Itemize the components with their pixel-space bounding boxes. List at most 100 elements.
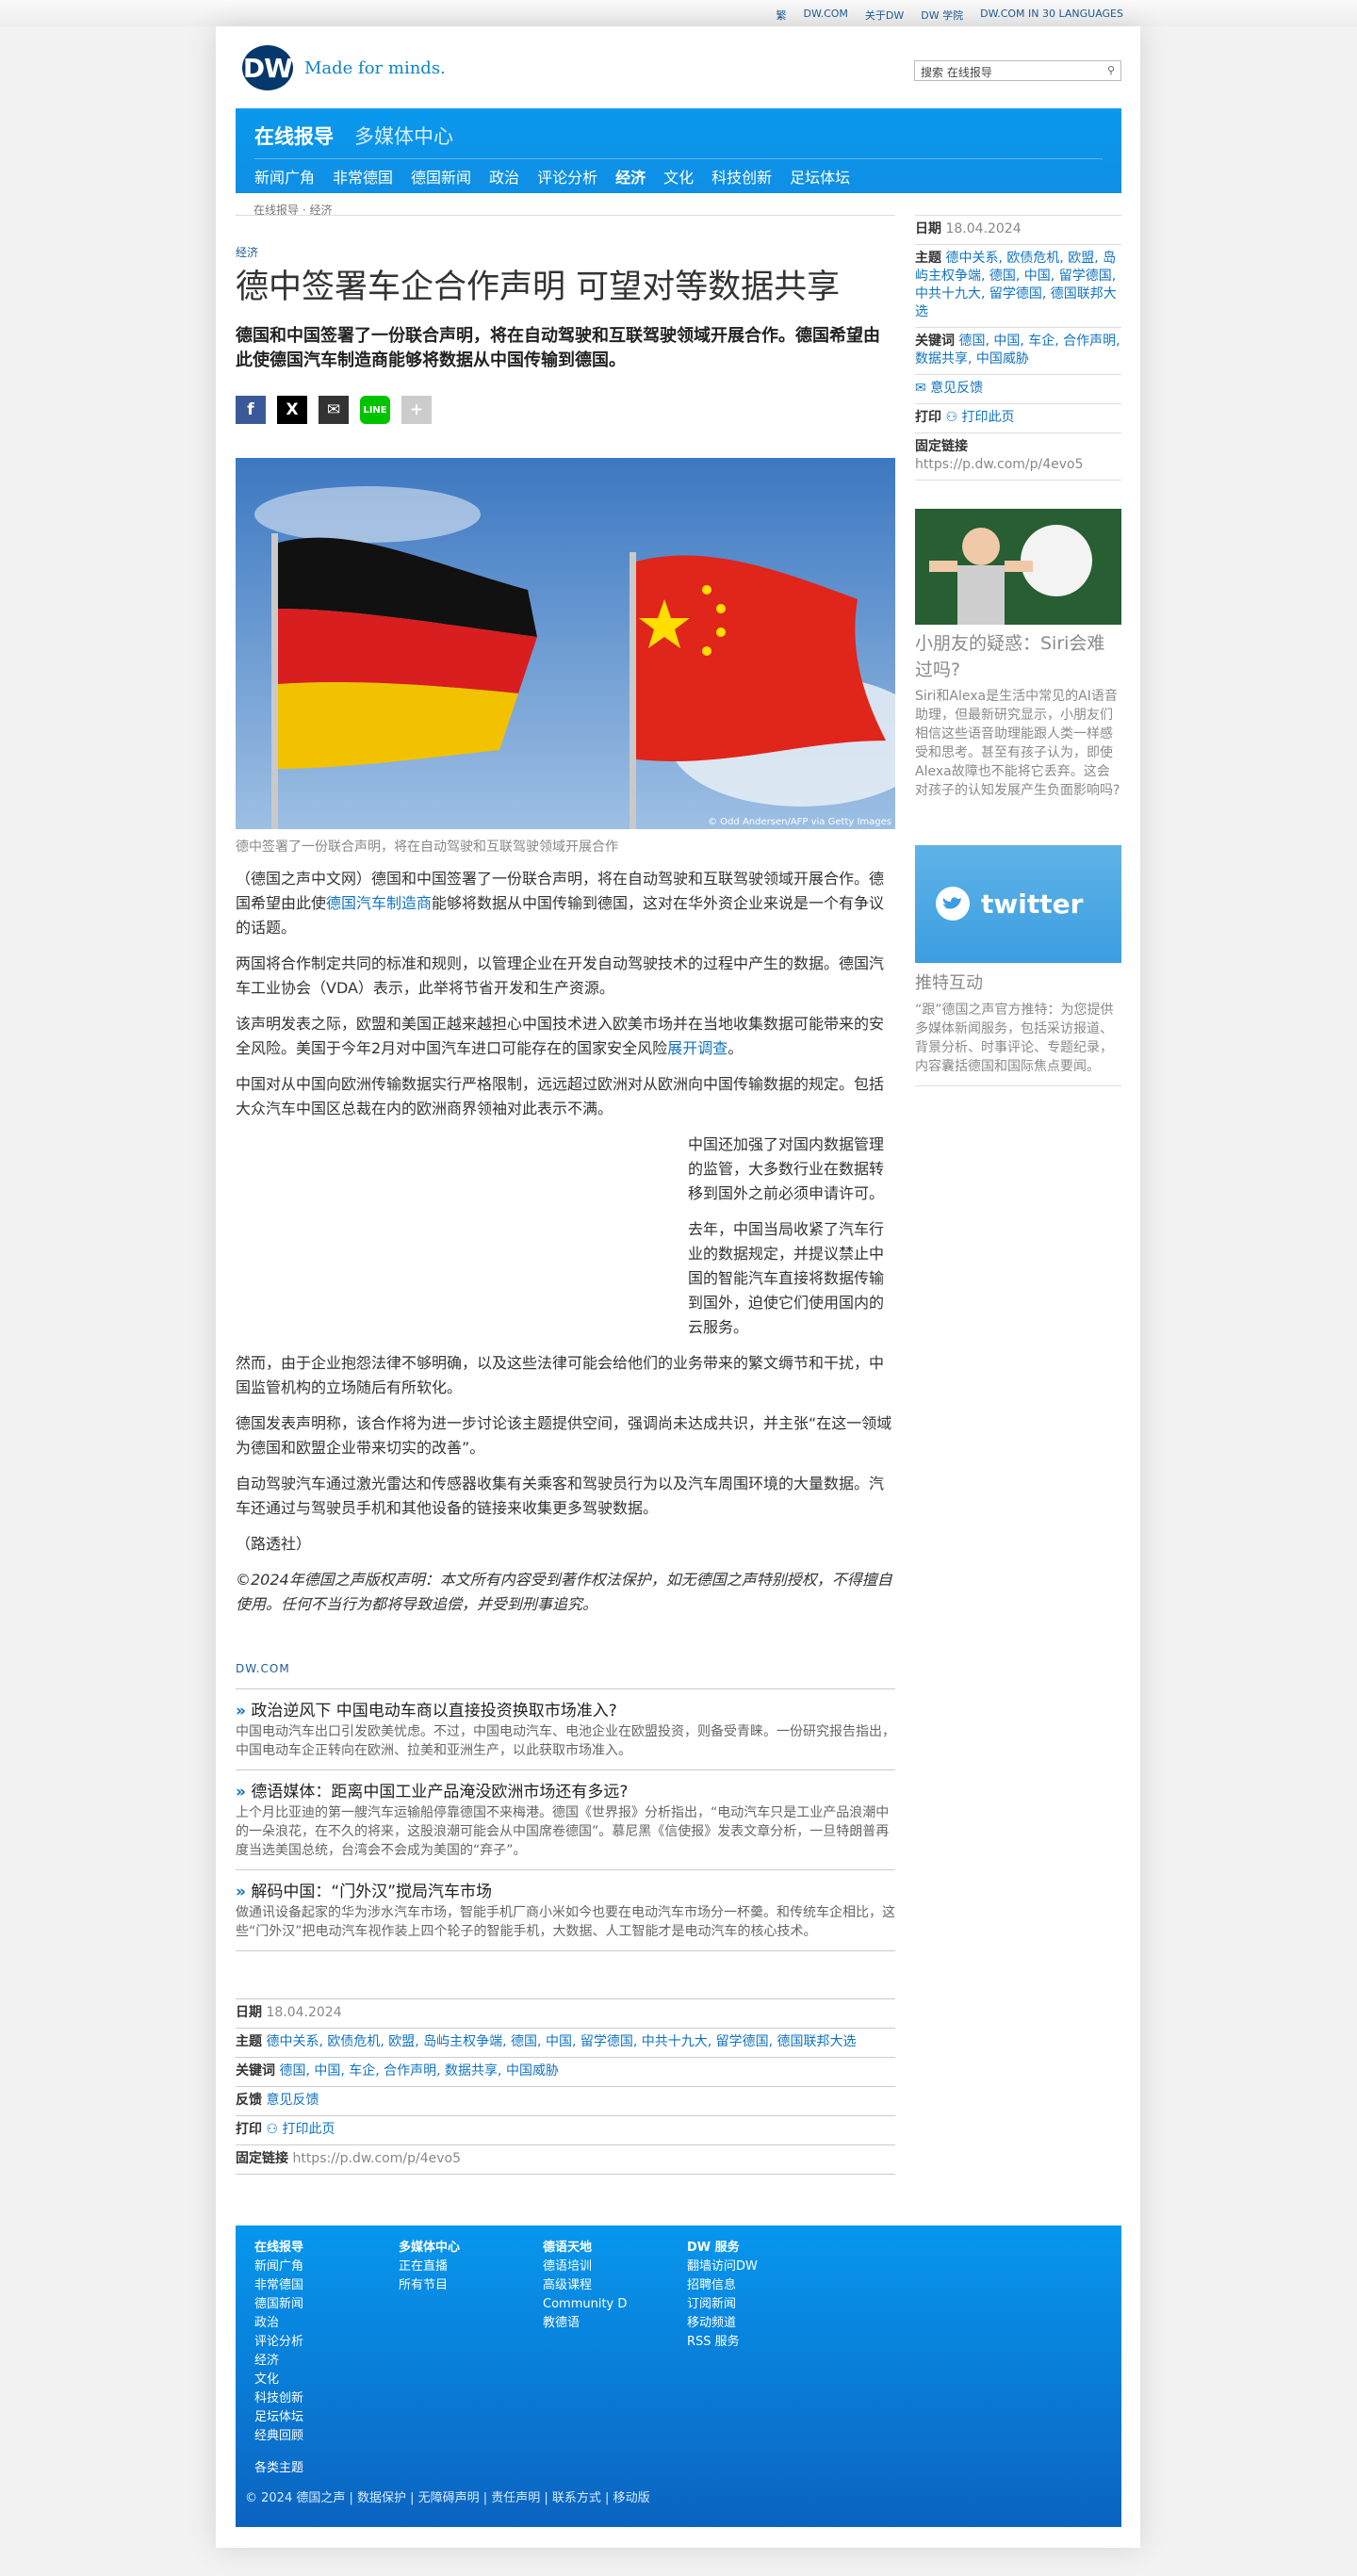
search-input[interactable]: 搜索 在线报导 ⚲ [914,60,1121,81]
print-link[interactable]: 打印此页 [282,2122,335,2137]
paragraph: （德国之声中文网）德国和中国签署了一份联合声明，将在自动驾驶和互联驾驶领域开展合… [236,870,885,937]
meta-topics[interactable]: 德中关系, 欧债危机, 欧盟, 岛屿主权争端, 德国, 中国, 留学德国, 中共… [266,2034,856,2049]
x-icon[interactable]: X [277,396,307,424]
article-kicker[interactable]: 经济 [236,244,895,260]
more-share-icon[interactable]: + [401,396,432,424]
tagline: Made for minds. [304,57,446,78]
email-icon[interactable]: ✉ [319,396,349,424]
twitter-title[interactable]: 推特互动 [915,970,1121,997]
paragraph: 中国还加强了对国内数据管理的监管，大多数行业在数据转移到国外之前必须申请许可。 [688,1135,885,1202]
footer-bottom[interactable]: © 2024 德国之声 | 数据保护 | 无障碍声明 | 责任声明 | 联系方式… [245,2487,650,2505]
feedback-icon: ✉ [915,381,926,396]
toplink-languages[interactable]: DW.COM IN 30 LANGUAGES [980,8,1123,23]
sidebar: 日期 18.04.2024 主题 德中关系, 欧债危机, 欧盟, 岛屿主权争端,… [915,215,1121,1086]
nav-online-reports[interactable]: 在线报导 [254,122,334,150]
footer-link[interactable]: 经济 [254,2352,303,2371]
footer-link[interactable]: 政治 [254,2314,303,2333]
footer-link[interactable]: 正在直播 [399,2258,460,2276]
meta-keywords[interactable]: 德国, 中国, 车企, 合作声明, 数据共享, 中国威胁 [279,2063,559,2079]
twitter-banner[interactable]: twitter [915,845,1121,963]
related-item[interactable]: » 解码中国：“门外汉”搅局汽车市场 做通讯设备起家的华为涉水汽车市场，智能手机… [236,1870,895,1951]
footer-link[interactable]: Community D [543,2295,627,2314]
toplink-academy[interactable]: DW 学院 [921,8,963,23]
paragraph: 德国发表声明称，该合作将为进一步讨论该主题提供空间，强调尚未达成共识，并主张“在… [236,1414,892,1457]
twitter-label: twitter [981,889,1084,920]
sidebar-topics[interactable]: 德中关系, 欧债危机, 欧盟, 岛屿主权争端, 德国, 中国, 留学德国, 中共… [915,251,1117,319]
footer-link[interactable]: 移动频道 [687,2314,758,2333]
footer-link[interactable]: RSS 服务 [687,2333,758,2352]
paragraph: 去年，中国当局收紧了汽车行业的数据规定，并提议禁止中国的智能汽车直接将数据传输到… [688,1220,885,1336]
footer: 在线报导 新闻广角 非常德国 德国新闻 政治 评论分析 经济 文化 科技创新 足… [236,2225,1121,2527]
paragraph: 然而，由于企业抱怨法律不够明确，以及这些法律可能会给他们的业务带来的繁文缛节和干… [236,1354,885,1396]
nav-sub-item[interactable]: 评论分析 [537,165,597,187]
nav-sub-item[interactable]: 新闻广角 [254,165,315,187]
nav-multimedia[interactable]: 多媒体中心 [354,122,453,150]
sidebar-permalink[interactable]: https://p.dw.com/p/4evo5 [915,457,1084,472]
teaser-text: Siri和Alexa是生活中常见的AI语音助理，但最新研究显示，小朋友们相信这些… [915,689,1120,798]
nav-sub-item[interactable]: 德国新闻 [411,165,471,187]
related-item[interactable]: » 德语媒体：距离中国工业产品淹没欧洲市场还有多远? 上个月比亚迪的第一艘汽车运… [236,1770,895,1870]
line-icon[interactable]: LINE [360,396,390,424]
dw-logo-icon: DW [242,45,293,90]
footer-link[interactable]: 文化 [254,2371,303,2389]
facebook-icon[interactable]: f [236,396,266,424]
nav-sub-item[interactable]: 非常德国 [333,165,393,187]
photo-credit: © Odd Andersen/AFP via Getty Images [708,817,891,827]
nav-sub-item[interactable]: 科技创新 [711,165,772,187]
share-bar: f X ✉ LINE + [236,396,895,424]
footer-link[interactable]: 翻墙访问DW [687,2258,758,2276]
footer-link[interactable]: 非常德国 [254,2276,303,2295]
article-title: 德中签署车企合作声明 可望对等数据共享 [236,269,841,306]
search-icon[interactable]: ⚲ [1107,64,1115,76]
photo-caption: 德中签署了一份联合声明，将在自动驾驶和互联驾驶领域开展合作 [236,840,618,855]
main-nav: 在线报导 多媒体中心 新闻广角 非常德国 德国新闻 政治 评论分析 经济 文化 … [236,108,1121,193]
twitter-text: “跟”德国之声官方推特：为您提供多媒体新闻服务，包括采访报道、背景分析、时事评论… [915,1001,1121,1086]
related-list: » 政治逆风下 中国电动车商以直接投资换取市场准入? 中国电动汽车出口引发欧美忧… [236,1688,895,1951]
footer-link[interactable]: 新闻广角 [254,2258,303,2276]
print-icon: ⚇ [945,410,958,425]
article-photo: © Odd Andersen/AFP via Getty Images [236,458,895,829]
footer-link[interactable]: 教德语 [543,2314,627,2333]
permalink[interactable]: https://p.dw.com/p/4evo5 [292,2151,461,2166]
sidebar-feedback[interactable]: 意见反馈 [930,381,983,396]
sidebar-print[interactable]: 打印此页 [961,410,1014,425]
nav-sub-item[interactable]: 足坛体坛 [790,165,850,187]
meta-date: 18.04.2024 [266,2005,342,2020]
article-body: （德国之声中文网）德国和中国签署了一份联合声明，将在自动驾驶和互联驾驶领域开展合… [236,867,895,1617]
nav-sub-item[interactable]: 文化 [663,165,694,187]
article-lead: 德国和中国签署了一份联合声明，将在自动驾驶和互联驾驶领域开展合作。德国希望由此使… [236,326,880,370]
footer-link[interactable]: 足坛体坛 [254,2408,303,2427]
top-bar: 繁 DW.COM 关于DW DW 学院 DW.COM IN 30 LANGUAG… [0,0,1357,26]
nav-sub-item[interactable]: 政治 [489,165,519,187]
article: 经济 德中签署车企合作声明 可望对等数据共享 德国和中国签署了一份联合声明，将在… [236,215,895,2175]
footer-link[interactable]: 德语培训 [543,2258,627,2276]
footer-link[interactable]: 招聘信息 [687,2276,758,2295]
footer-link[interactable]: 订阅新闻 [687,2295,758,2314]
toplink-traditional[interactable]: 繁 [777,8,787,23]
toplink-dwcom[interactable]: DW.COM [804,8,848,23]
paragraph: 中国对从中国向欧洲传输数据实行严格限制，远远超过欧洲对从欧洲向中国传输数据的规定… [236,1075,885,1117]
feedback-link[interactable]: 意见反馈 [266,2093,319,2108]
print-icon: ⚇ [266,2122,279,2137]
footer-link[interactable]: 科技创新 [254,2389,303,2408]
footer-link[interactable]: 德国新闻 [254,2295,303,2314]
nav-sub-item-active[interactable]: 经济 [615,165,646,187]
dw-logo[interactable]: DW Made for minds. [242,45,446,90]
footer-link[interactable]: 高级课程 [543,2276,627,2295]
related-item[interactable]: » 政治逆风下 中国电动车商以直接投资换取市场准入? 中国电动汽车出口引发欧美忧… [236,1689,895,1770]
footer-topics[interactable]: 各类主题 [254,2459,303,2478]
twitter-icon [936,887,970,921]
toplink-about[interactable]: 关于DW [865,8,904,23]
paragraph: （路透社） [236,1535,312,1553]
link-investigation[interactable]: 展开调查 [667,1039,728,1057]
footer-link[interactable]: 所有节目 [399,2276,460,2295]
link-german-automakers[interactable]: 德国汽车制造商 [326,894,432,912]
paragraph: 两国将合作制定共同的标准和规则，以管理企业在开发自动驾驶技术的过程中产生的数据。… [236,954,885,997]
footer-link[interactable]: 评论分析 [254,2333,303,2352]
footer-link[interactable]: 经典回顾 [254,2427,303,2446]
page: DW Made for minds. 搜索 在线报导 ⚲ 在线报导 多媒体中心 … [216,26,1140,2548]
teaser-image[interactable] [915,509,1121,625]
paragraph: 自动驾驶汽车通过激光雷达和传感器收集有关乘客和驾驶员行为以及汽车周围环境的大量数… [236,1475,885,1517]
paragraph: 该声明发表之际，欧盟和美国正越来越担心中国技术进入欧美市场并在当地收集数据可能带… [236,1015,885,1057]
teaser-title[interactable]: 小朋友的疑惑：Siri会难过吗? [915,630,1121,683]
